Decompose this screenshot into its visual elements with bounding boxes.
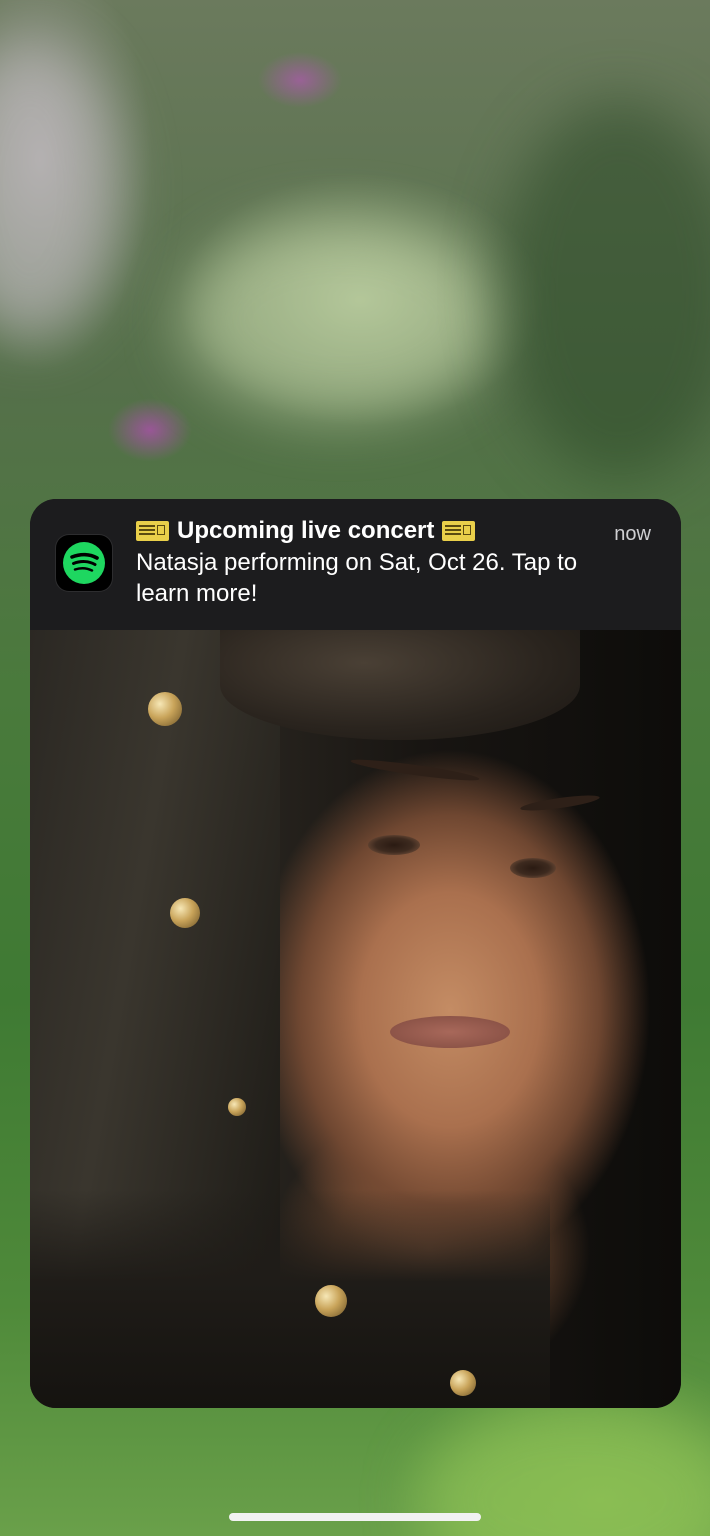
stud-shape xyxy=(148,692,182,726)
wallpaper-blob xyxy=(500,100,710,480)
ticket-icon xyxy=(442,521,476,541)
eye-shape xyxy=(510,858,556,878)
artist-photo xyxy=(30,630,681,1408)
home-indicator[interactable] xyxy=(229,1513,481,1521)
notification-body: Natasja performing on Sat, Oct 26. Tap t… xyxy=(136,549,578,607)
notification-title-row: Upcoming live concert xyxy=(136,517,476,545)
lips-shape xyxy=(390,1016,510,1048)
notification-card[interactable]: Upcoming live concert now Natasja perfor… xyxy=(30,499,681,1408)
stud-shape xyxy=(228,1098,246,1116)
notification-title: Upcoming live concert xyxy=(177,517,435,544)
stud-shape xyxy=(315,1285,347,1317)
lock-screen: Upcoming live concert now Natasja perfor… xyxy=(0,0,710,1536)
ticket-icon xyxy=(136,521,169,541)
spotify-icon xyxy=(56,535,112,591)
stud-shape xyxy=(450,1370,476,1396)
eye-shape xyxy=(368,835,420,855)
stud-shape xyxy=(170,898,200,928)
eyebrow-shape xyxy=(519,792,601,814)
notification-time: now xyxy=(614,523,651,545)
wallpaper-blob xyxy=(0,40,120,340)
notification-header: Upcoming live concert now Natasja perfor… xyxy=(30,499,681,630)
eyebrow-shape xyxy=(349,756,481,784)
hair-shape xyxy=(220,630,580,740)
wallpaper-blob xyxy=(180,220,500,420)
